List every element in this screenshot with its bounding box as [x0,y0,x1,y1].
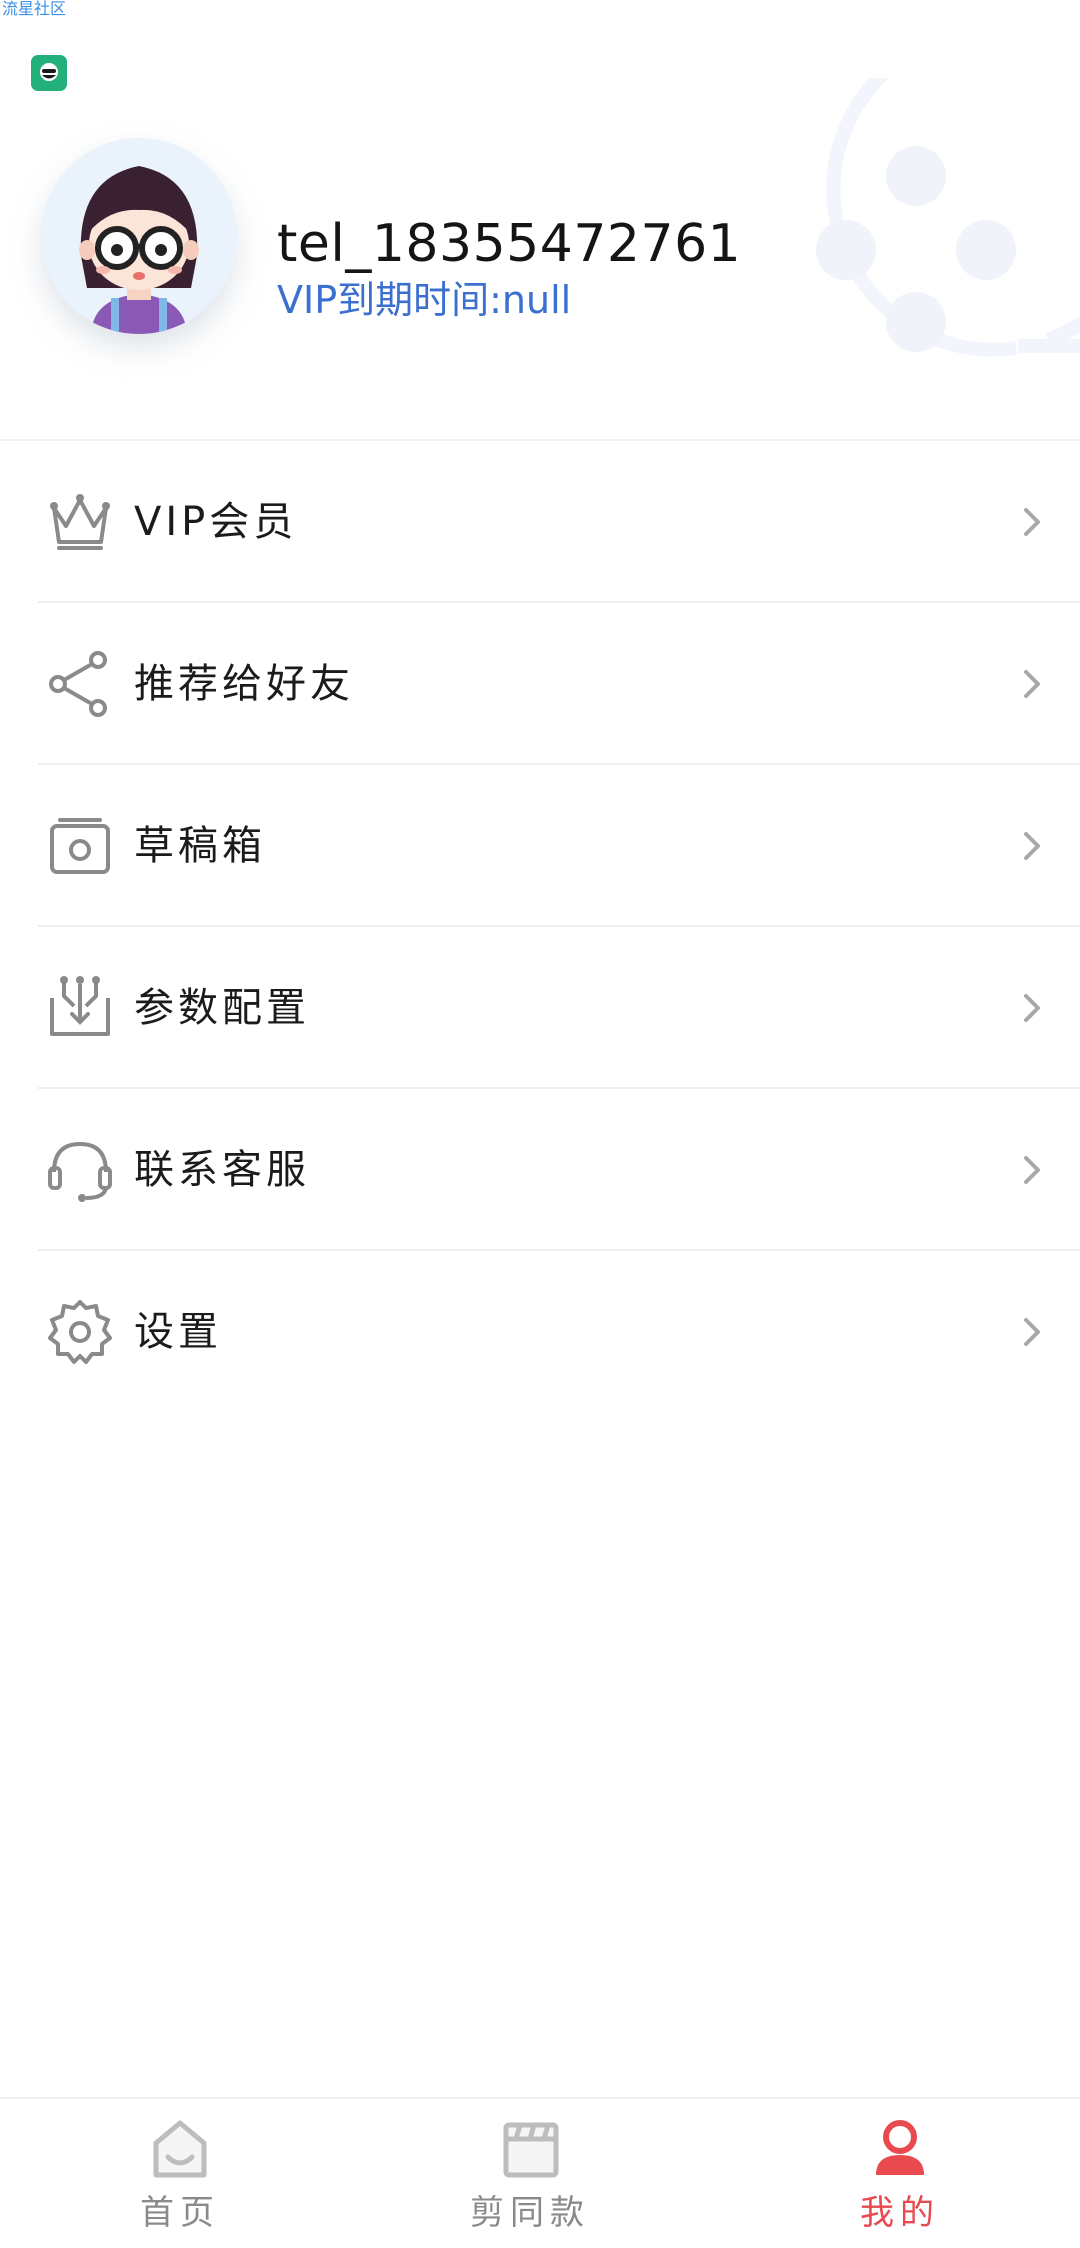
menu-item-settings[interactable]: 设置 [0,1251,1080,1413]
config-icon [50,976,110,1036]
chevron-right-icon [1024,994,1040,1022]
profile-page: 流星社区 tel_18355472761 VIP到期时间:null VIP会员 … [0,0,1080,2248]
menu-item-label: 推荐给好友 [134,661,354,707]
home-icon [153,2120,207,2178]
chevron-right-icon [1024,832,1040,860]
headset-icon [48,1141,112,1202]
tab-templates[interactable]: 剪同款 [350,2097,710,2248]
vip-expire-text: VIP到期时间:null [277,278,572,322]
tab-home[interactable]: 首页 [0,2097,360,2248]
watermark-text: 流星社区 [2,0,67,18]
menu-item-drafts[interactable]: 草稿箱 [0,765,1080,927]
tab-label: 剪同款 [470,2193,590,2233]
menu-item-label: VIP会员 [134,499,298,545]
bottom-tab-bar: 首页 剪同款 我的 [0,2097,1080,2248]
menu-item-label: 联系客服 [134,1147,310,1193]
chevron-right-icon [1024,1156,1040,1184]
chevron-right-icon [1024,508,1040,536]
clapperboard-icon [503,2122,559,2178]
menu-item-share[interactable]: 推荐给好友 [0,603,1080,765]
share-icon [49,651,107,717]
menu-item-label: 参数配置 [134,985,310,1031]
menu-item-label: 设置 [134,1309,222,1355]
menu-item-vip[interactable]: VIP会员 [0,441,1080,603]
avatar-girl-icon [41,138,237,334]
menu-item-customer-service[interactable]: 联系客服 [0,1089,1080,1251]
crown-icon [50,494,110,550]
user-icon [876,2120,924,2175]
chevron-right-icon [1024,1318,1040,1346]
avatar[interactable] [41,138,237,334]
film-reel-watermark-icon [816,78,1080,357]
gear-icon [48,1300,112,1364]
menu-item-config[interactable]: 参数配置 [0,927,1080,1089]
username: tel_18355472761 [277,214,742,274]
tab-mine[interactable]: 我的 [720,2097,1080,2248]
app-badge-icon [31,55,67,91]
menu-list: VIP会员 推荐给好友 草稿箱 参数配置 联系客服 设置 [0,441,1080,1413]
tab-label: 我的 [860,2193,940,2233]
menu-item-label: 草稿箱 [134,823,266,869]
chevron-right-icon [1024,670,1040,698]
drafts-box-icon [50,818,110,874]
tab-label: 首页 [140,2193,220,2233]
